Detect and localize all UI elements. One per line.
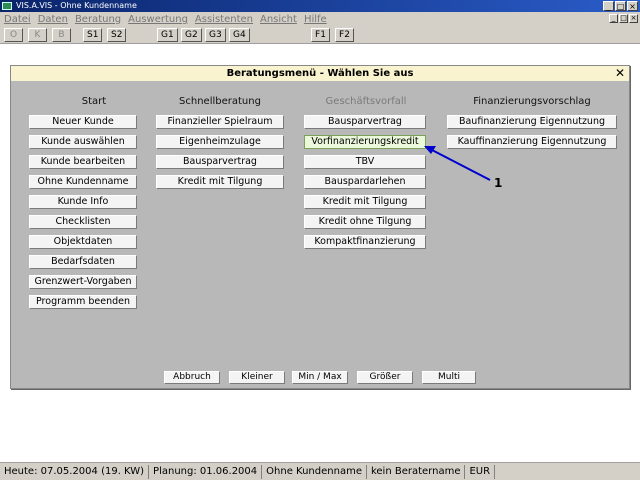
toolbar-button-g1[interactable]: G1: [157, 28, 178, 42]
start-button-kunde-info[interactable]: Kunde Info: [29, 195, 137, 209]
cancel-button[interactable]: Abbruch: [164, 371, 220, 384]
toolbar-button-o[interactable]: O: [4, 28, 23, 42]
column-header-geschaeftsvorfall: Geschäftsvorfall: [325, 96, 407, 107]
dialog-close-icon[interactable]: ✕: [615, 66, 625, 81]
case-button-kredit-ohne-tilgung[interactable]: Kredit ohne Tilgung: [304, 215, 426, 229]
case-button-kompaktfinanzierung[interactable]: Kompaktfinanzierung: [304, 235, 426, 249]
menu-hilfe[interactable]: Hilfe: [304, 14, 327, 25]
start-button-programm-beenden[interactable]: Programm beenden: [29, 295, 137, 309]
toolbar-button-s1[interactable]: S1: [83, 28, 103, 42]
start-button-bedarfsdaten[interactable]: Bedarfsdaten: [29, 255, 137, 269]
quick-button-finanzieller-spielraum[interactable]: Finanzieller Spielraum: [156, 115, 284, 129]
toolbar-button-b[interactable]: B: [52, 28, 71, 42]
close-button[interactable]: ×: [627, 1, 638, 11]
toolbar-button-s2[interactable]: S2: [107, 28, 127, 42]
case-button-kredit-mit-tilgung[interactable]: Kredit mit Tilgung: [304, 195, 426, 209]
menu-daten[interactable]: Daten: [38, 14, 68, 25]
menu-auswertung[interactable]: Auswertung: [128, 14, 188, 25]
start-button-neuer-kunde[interactable]: Neuer Kunde: [29, 115, 137, 129]
toolbar-button-g3[interactable]: G3: [205, 28, 226, 42]
column-header-finanzierungsvorschlag: Finanzierungsvorschlag: [473, 96, 591, 107]
menu-assistenten[interactable]: Assistenten: [195, 14, 253, 25]
quick-button-eigenheimzulage[interactable]: Eigenheimzulage: [156, 135, 284, 149]
proposal-button-baufinanzierung-eigennutzung[interactable]: Baufinanzierung Eigennutzung: [447, 115, 617, 129]
mdi-close-button[interactable]: ×: [629, 14, 638, 23]
title-bar: VIS.A.VIS - Ohne Kundenname _ □ ×: [0, 0, 640, 12]
app-icon: [2, 2, 12, 10]
toolbar-button-g4[interactable]: G4: [229, 28, 250, 42]
case-button-bausparvertrag[interactable]: Bausparvertrag: [304, 115, 426, 129]
status-today: Heute: 07.05.2004 (19. KW): [0, 464, 150, 479]
status-customer: Ohne Kundenname: [262, 464, 367, 479]
menu-bar: Datei Daten Beratung Auswertung Assisten…: [0, 12, 640, 26]
dialog-header: Beratungsmenü - Wählen Sie aus ✕: [11, 66, 629, 81]
start-button-kunde-bearbeiten[interactable]: Kunde bearbeiten: [29, 155, 137, 169]
toolbar-button-k[interactable]: K: [28, 28, 47, 42]
window-title: VIS.A.VIS - Ohne Kundenname: [16, 1, 137, 10]
status-consultant: kein Beratername: [367, 464, 466, 479]
column-header-schnellberatung: Schnellberatung: [179, 96, 261, 107]
toolbar-button-f1[interactable]: F1: [311, 28, 330, 42]
annotation-label: 1: [494, 176, 503, 190]
status-bar: Heute: 07.05.2004 (19. KW) Planung: 01.0…: [0, 462, 640, 480]
toolbar: O K B S1 S2 G1 G2 G3 G4 F1 F2: [0, 26, 640, 44]
mdi-minimize-button[interactable]: _: [609, 14, 618, 23]
proposal-button-kauffinanzierung-eigennutzung[interactable]: Kauffinanzierung Eigennutzung: [447, 135, 617, 149]
multi-button[interactable]: Multi: [422, 371, 476, 384]
consultation-menu-dialog: Beratungsmenü - Wählen Sie aus ✕ Start S…: [10, 65, 630, 389]
menu-datei[interactable]: Datei: [4, 14, 31, 25]
status-planning: Planung: 01.06.2004: [149, 464, 263, 479]
status-currency: EUR: [465, 464, 496, 479]
start-button-objektdaten[interactable]: Objektdaten: [29, 235, 137, 249]
smaller-button[interactable]: Kleiner: [229, 371, 285, 384]
start-button-grenzwert-vorgaben[interactable]: Grenzwert-Vorgaben: [29, 275, 137, 289]
start-button-kunde-auswaehlen[interactable]: Kunde auswählen: [29, 135, 137, 149]
mdi-controls: _ □ ×: [609, 14, 638, 23]
mdi-restore-button[interactable]: □: [619, 14, 628, 23]
dialog-title: Beratungsmenü - Wählen Sie aus: [226, 68, 414, 79]
window-controls: _ □ ×: [603, 1, 638, 11]
min-max-button[interactable]: Min / Max: [292, 371, 348, 384]
quick-button-bausparvertrag[interactable]: Bausparvertrag: [156, 155, 284, 169]
case-button-vorfinanzierungskredit[interactable]: Vorfinanzierungskredit: [304, 135, 426, 149]
larger-button[interactable]: Größer: [357, 371, 413, 384]
case-button-bauspardarlehen[interactable]: Bauspardarlehen: [304, 175, 426, 189]
start-button-checklisten[interactable]: Checklisten: [29, 215, 137, 229]
quick-button-kredit-mit-tilgung[interactable]: Kredit mit Tilgung: [156, 175, 284, 189]
minimize-button[interactable]: _: [603, 1, 614, 11]
case-button-tbv[interactable]: TBV: [304, 155, 426, 169]
toolbar-button-g2[interactable]: G2: [181, 28, 202, 42]
start-button-ohne-kundenname[interactable]: Ohne Kundenname: [29, 175, 137, 189]
maximize-button[interactable]: □: [615, 1, 626, 11]
menu-ansicht[interactable]: Ansicht: [260, 14, 297, 25]
toolbar-button-f2[interactable]: F2: [335, 28, 354, 42]
menu-beratung[interactable]: Beratung: [75, 14, 121, 25]
dialog-body: Start Schnellberatung Geschäftsvorfall F…: [11, 81, 629, 388]
